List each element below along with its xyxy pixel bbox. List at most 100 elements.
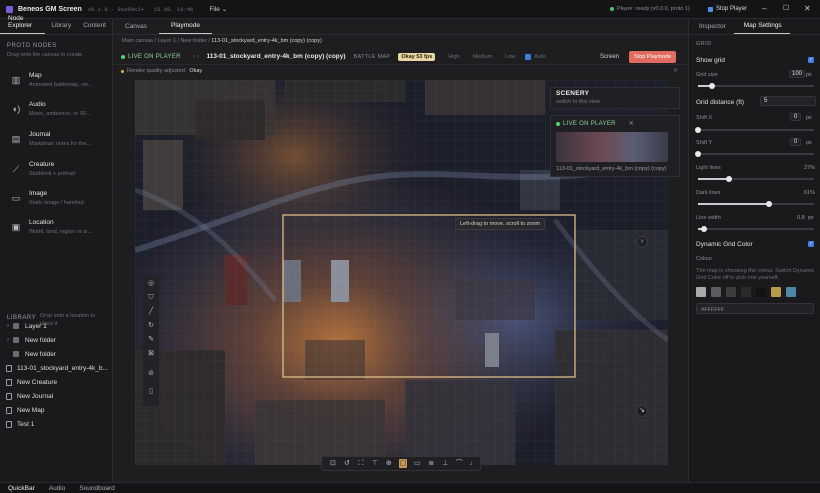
slider-knob[interactable] xyxy=(726,175,733,182)
tab-library[interactable]: Library xyxy=(45,22,77,34)
film-icon[interactable]: ▭ xyxy=(410,456,424,471)
dynamic-grid-color-checkbox[interactable]: ✓ xyxy=(808,241,814,247)
tab-content[interactable]: Content xyxy=(77,22,112,34)
proto-nodes-heading: PROTO NODES xyxy=(7,43,57,49)
tree-item-map[interactable]: 113-01_stockyard_entry-4k_b... xyxy=(6,363,108,373)
live-on-player-panel: LIVE ON PLAYER ✕ 113-01_stockyard_entry-4… xyxy=(550,115,680,177)
proto-node-map[interactable]: ▥ Map Animated battlemap, vie... xyxy=(3,69,109,95)
brush-icon[interactable]: ✎ xyxy=(147,336,155,344)
colour-swatch[interactable] xyxy=(756,287,766,297)
scene-nav-arrows[interactable]: ‹ › xyxy=(193,54,199,60)
fog-icon[interactable]: ⊠ xyxy=(147,350,155,358)
stop-playmode-button[interactable]: Stop Playmode xyxy=(629,50,677,63)
breadcrumb: Main canvas / Layer 1 / New folder / 113… xyxy=(122,38,322,44)
proto-node-journal[interactable]: ▤ Journal Markdown notes for the... xyxy=(3,128,109,154)
slider-knob[interactable] xyxy=(695,126,701,133)
app-logo xyxy=(6,5,13,13)
dark-lines-label: Dark lines xyxy=(696,190,721,196)
align-top-icon[interactable]: ⊤ xyxy=(368,456,382,471)
shield-icon[interactable]: ⛉ xyxy=(147,294,155,302)
colour-swatch[interactable] xyxy=(741,287,751,297)
colour-swatch[interactable] xyxy=(786,287,796,297)
node-desc: Statblock + portrait xyxy=(29,171,76,177)
tree-item-journal[interactable]: New Journal xyxy=(6,391,53,401)
tree-item-map[interactable]: New Map xyxy=(6,405,44,415)
dark-lines-slider[interactable] xyxy=(698,200,814,207)
tab-canvas[interactable]: Canvas xyxy=(113,23,159,34)
close-notice-icon[interactable]: ✕ xyxy=(673,67,678,74)
center-icon[interactable]: ⊕ xyxy=(382,456,396,471)
slider-knob[interactable] xyxy=(708,82,715,89)
target-icon[interactable]: ◎ xyxy=(147,280,155,288)
frame-icon[interactable]: ▢ xyxy=(398,459,408,468)
fit-icon[interactable]: ⛶ xyxy=(354,456,368,471)
colour-swatch[interactable] xyxy=(711,287,721,297)
lock-icon[interactable]: ⊡ xyxy=(326,456,340,471)
tree-item-folder[interactable]: New folder xyxy=(3,349,56,359)
tab-node-explorer[interactable]: Node Explorer xyxy=(0,15,46,34)
sliders-icon[interactable]: ≣ xyxy=(424,456,438,471)
proto-node-audio[interactable]: ◖) Audio Music, ambience, or SF... xyxy=(3,98,109,124)
shift-y-slider[interactable] xyxy=(695,150,814,157)
ruler-icon[interactable]: ⊥ xyxy=(438,456,452,471)
grid-distance-input[interactable]: 5 xyxy=(760,96,816,106)
line-width-slider[interactable] xyxy=(698,225,814,232)
breadcrumb-path[interactable]: Main canvas / Layer 1 / New folder / xyxy=(122,38,210,44)
tree-label: Test 1 xyxy=(17,420,35,428)
screen-button[interactable]: Screen xyxy=(600,54,619,60)
scenery-panel[interactable]: SCENERY switch to this view xyxy=(550,87,680,109)
tab-audio[interactable]: Audio xyxy=(49,485,66,492)
tree-item-layer-1[interactable]: › Layer 1 xyxy=(3,321,47,331)
collapse-arrow-icon[interactable]: ↘ xyxy=(636,405,648,417)
auto-checkbox[interactable] xyxy=(525,53,532,60)
tab-map-settings[interactable]: Map Settings xyxy=(733,22,790,34)
tab-inspector[interactable]: Inspector xyxy=(689,23,734,34)
tab-soundboard[interactable]: Soundboard xyxy=(79,485,114,492)
light-lines-slider[interactable] xyxy=(698,175,814,182)
proto-node-creature[interactable]: ⟋ Creature Statblock + portrait xyxy=(3,158,109,184)
rotate-icon[interactable]: ↻ xyxy=(147,322,155,330)
tree-item-folder[interactable]: › New folder xyxy=(3,335,56,345)
shift-x-slider[interactable] xyxy=(695,126,814,133)
hide-icon[interactable]: ⊘ xyxy=(147,370,155,378)
slider-knob[interactable] xyxy=(695,150,701,157)
slider-knob[interactable] xyxy=(700,225,707,232)
slider-knob[interactable] xyxy=(765,200,772,207)
tree-item-creature[interactable]: New Creature xyxy=(6,377,57,387)
proto-node-location[interactable]: ▣ Location World, land, region or ar... xyxy=(3,216,109,242)
tab-quickbar[interactable]: QuickBar xyxy=(8,485,35,492)
next-arrow-icon[interactable]: › xyxy=(636,236,648,248)
maximize-icon[interactable]: ☐ xyxy=(783,5,789,13)
grid-size-input[interactable]: 100 xyxy=(789,70,806,78)
quality-medium[interactable]: Medium xyxy=(473,54,493,60)
file-menu[interactable]: File ⌄ xyxy=(209,5,227,13)
undo-icon[interactable]: ↺ xyxy=(340,456,354,471)
colour-swatch[interactable] xyxy=(771,287,781,297)
line-icon[interactable]: ╱ xyxy=(147,308,155,316)
live-thumbnail[interactable] xyxy=(556,132,668,162)
quality-low[interactable]: Low xyxy=(505,54,515,60)
chevron-right-icon[interactable]: › xyxy=(3,323,13,329)
tab-playmode[interactable]: Playmode xyxy=(159,22,212,34)
node-desc: Animated battlemap, vie... xyxy=(29,82,93,88)
measure-icon[interactable]: ⌒ xyxy=(452,456,466,471)
colour-swatch[interactable] xyxy=(726,287,736,297)
minimize-icon[interactable]: – xyxy=(762,5,766,13)
tree-label: New Map xyxy=(17,406,45,414)
microphone-icon[interactable]: ♩ xyxy=(466,456,480,471)
hex-colour-input[interactable]: #FFFFFF xyxy=(696,303,814,314)
tree-label: 113-01_stockyard_entry-4k_b... xyxy=(17,364,108,372)
shift-y-input[interactable]: 0 xyxy=(790,138,802,146)
grid-size-slider[interactable] xyxy=(698,82,814,89)
close-live-icon[interactable]: ✕ xyxy=(629,120,634,127)
tree-item-test[interactable]: Test 1 xyxy=(6,419,34,429)
proto-node-image[interactable]: ▭ Image Static image / handout xyxy=(3,187,109,213)
shift-x-input[interactable]: 0 xyxy=(790,113,802,121)
colour-swatch[interactable] xyxy=(696,287,706,297)
chevron-right-icon[interactable]: › xyxy=(3,337,13,343)
show-grid-checkbox[interactable]: ✓ xyxy=(808,57,814,63)
stop-player-button[interactable]: Stop Player xyxy=(708,6,747,12)
quality-high[interactable]: High xyxy=(448,54,459,60)
close-window-icon[interactable]: ✕ xyxy=(804,5,811,13)
trash-icon[interactable]: ▯ xyxy=(147,388,155,396)
